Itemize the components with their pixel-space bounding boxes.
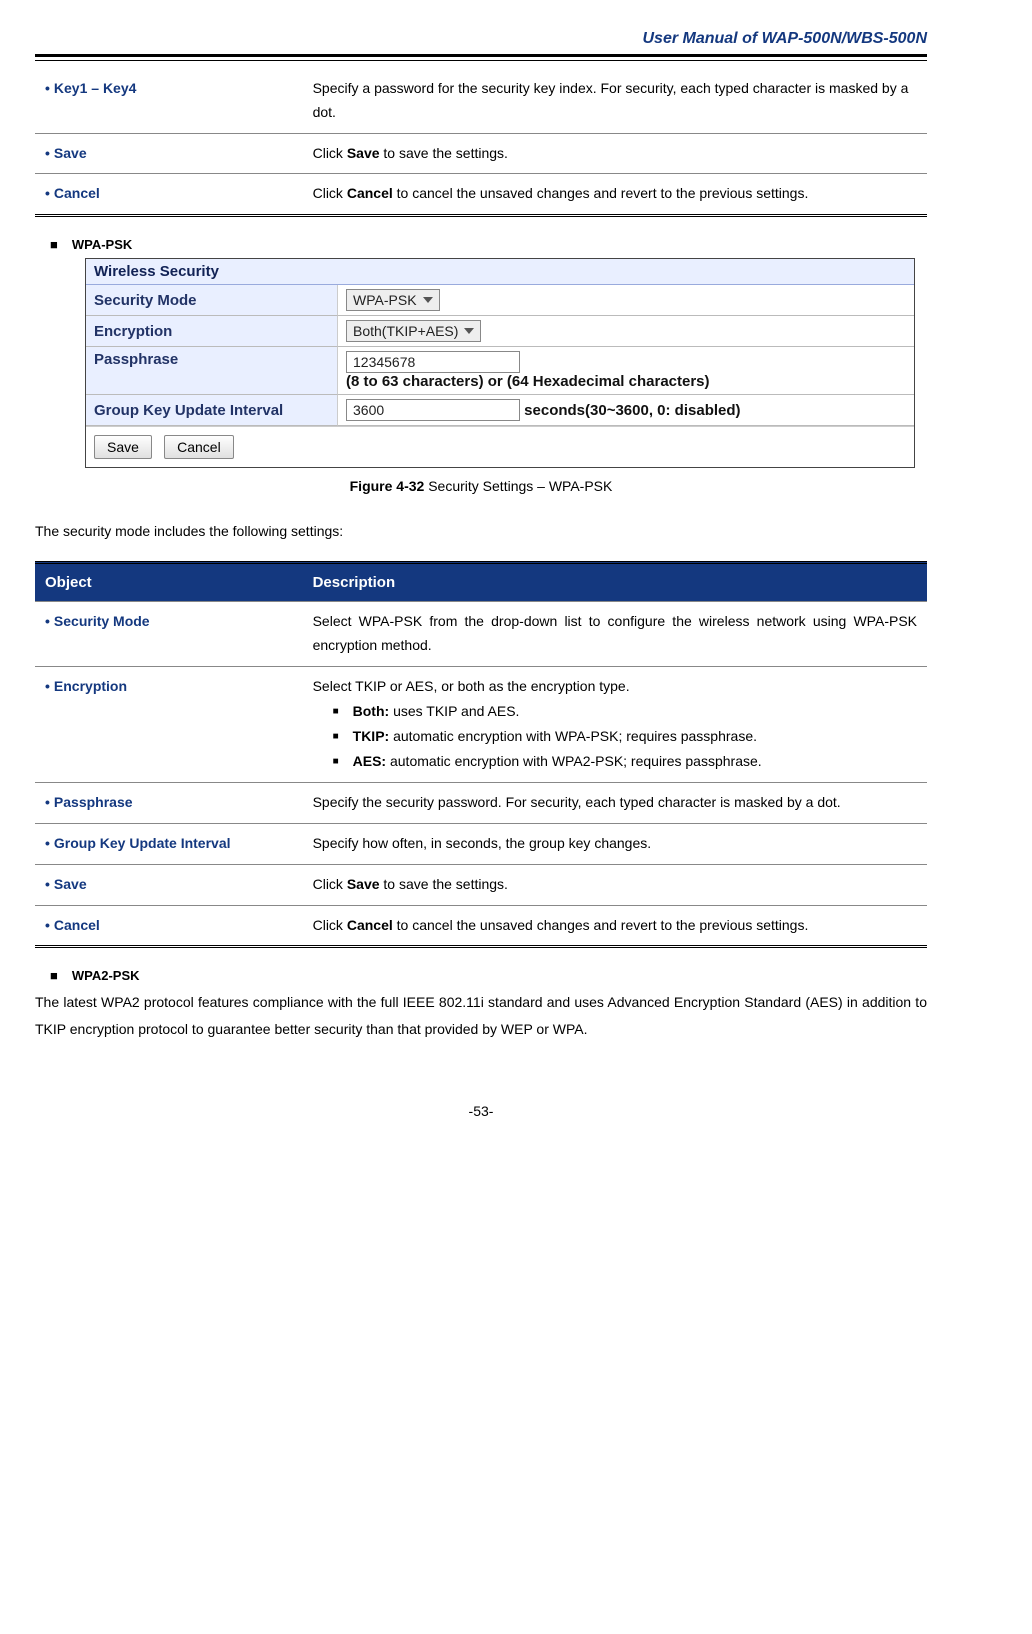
- fig-header: Wireless Security: [86, 259, 914, 285]
- description-table-1: •Key1 – Key4 Specify a password for the …: [35, 69, 927, 217]
- t2-passphrase-desc: Specify the security password. For secur…: [303, 783, 927, 824]
- t2-cancel-desc: Click Cancel to cancel the unsaved chang…: [303, 905, 927, 947]
- t1-r1-desc: Click Save to save the settings.: [303, 133, 927, 174]
- t1-r1-obj: •Save: [35, 133, 303, 174]
- fig-label-encryption: Encryption: [86, 316, 338, 347]
- section-heading-wpa-psk: ■WPA-PSK: [50, 237, 927, 252]
- t2-encryption-desc: Select TKIP or AES, or both as the encry…: [303, 666, 927, 782]
- t1-r0-desc: Specify a password for the security key …: [303, 69, 927, 133]
- t1-r0-obj: •Key1 – Key4: [35, 69, 303, 133]
- fig-label-passphrase: Passphrase: [86, 347, 338, 395]
- page-header-title: User Manual of WAP-500N/WBS-500N: [35, 30, 927, 48]
- passphrase-hint: (8 to 63 characters) or (64 Hexadecimal …: [346, 373, 710, 390]
- t2-head-description: Description: [303, 562, 927, 602]
- figure-caption: Figure 4-32 Security Settings – WPA-PSK: [35, 478, 927, 494]
- description-table-2: Object Description •Security Mode Select…: [35, 561, 927, 949]
- t2-security-mode-desc: Select WPA-PSK from the drop-down list t…: [303, 602, 927, 667]
- t1-r2-obj: •Cancel: [35, 174, 303, 216]
- security-mode-select[interactable]: WPA-PSK: [346, 289, 440, 311]
- t2-cancel-obj: •Cancel: [35, 905, 303, 947]
- save-button[interactable]: Save: [94, 435, 152, 459]
- passphrase-input[interactable]: 12345678: [346, 351, 520, 373]
- figure-wireless-security: Wireless Security Security Mode WPA-PSK …: [85, 258, 927, 468]
- t2-head-object: Object: [35, 562, 303, 602]
- wpa2-psk-body-text: The latest WPA2 protocol features compli…: [35, 989, 927, 1042]
- square-bullet-icon: ■: [50, 237, 58, 252]
- intro-text-2: The security mode includes the following…: [35, 518, 927, 545]
- interval-hint: seconds(30~3600, 0: disabled): [524, 402, 740, 419]
- t2-save-obj: •Save: [35, 864, 303, 905]
- header-divider: [35, 54, 927, 61]
- page-number: -53-: [35, 1103, 927, 1119]
- section-heading-wpa2-psk: ■WPA2-PSK: [50, 968, 927, 983]
- t2-interval-desc: Specify how often, in seconds, the group…: [303, 824, 927, 865]
- t2-encryption-obj: •Encryption: [35, 666, 303, 782]
- t2-passphrase-obj: •Passphrase: [35, 783, 303, 824]
- t2-save-desc: Click Save to save the settings.: [303, 864, 927, 905]
- fig-label-security-mode: Security Mode: [86, 285, 338, 316]
- t2-security-mode-obj: •Security Mode: [35, 602, 303, 667]
- t1-r2-desc: Click Cancel to cancel the unsaved chang…: [303, 174, 927, 216]
- cancel-button[interactable]: Cancel: [164, 435, 234, 459]
- t2-interval-obj: •Group Key Update Interval: [35, 824, 303, 865]
- interval-input[interactable]: 3600: [346, 399, 520, 421]
- encryption-select[interactable]: Both(TKIP+AES): [346, 320, 481, 342]
- square-bullet-icon: ■: [50, 968, 58, 983]
- fig-label-interval: Group Key Update Interval: [86, 395, 338, 426]
